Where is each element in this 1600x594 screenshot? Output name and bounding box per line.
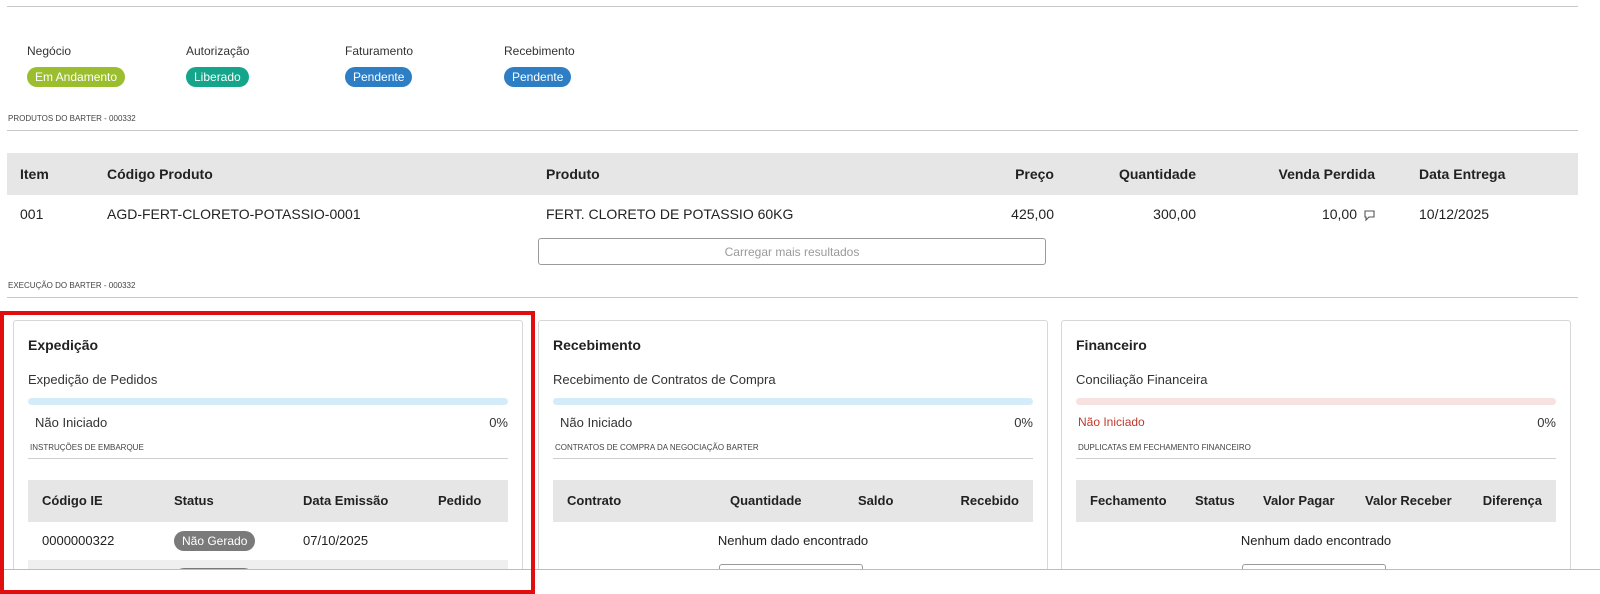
products-section-title: PRODUTOS DO BARTER - 000332 xyxy=(8,114,136,123)
card-section-title: CONTRATOS DE COMPRA DA NEGOCIAÇÃO BARTER xyxy=(555,443,759,452)
col-status[interactable]: Status xyxy=(1195,480,1235,522)
card-table-header: Fechamento Status Valor Pagar Valor Rece… xyxy=(1076,480,1556,522)
col-produto[interactable]: Produto xyxy=(546,153,600,195)
col-fechamento[interactable]: Fechamento xyxy=(1090,480,1167,522)
progress-status: Não Iniciado xyxy=(1078,415,1145,429)
col-recebido[interactable]: Recebido xyxy=(960,480,1019,522)
card-subtitle: Recebimento de Contratos de Compra xyxy=(553,372,776,387)
status-negocio: Negócio Em Andamento xyxy=(27,44,126,87)
col-quantidade[interactable]: Quantidade xyxy=(1119,153,1196,195)
progress-status: Não Iniciado xyxy=(560,415,633,430)
col-contrato[interactable]: Contrato xyxy=(567,480,621,522)
card-divider xyxy=(28,458,508,459)
status-autorizacao: Autorização Liberado xyxy=(186,44,249,87)
status-label: Faturamento xyxy=(345,44,414,58)
progress-status: Não Iniciado xyxy=(35,415,108,430)
cell-codigo-ie: 0000000322 xyxy=(42,533,115,548)
progress-percent: 0% xyxy=(1537,415,1556,430)
products-divider xyxy=(7,130,1578,131)
progress-percent: 0% xyxy=(489,415,508,430)
cell-venda-perdida: 10,00 xyxy=(1321,206,1357,222)
col-preco[interactable]: Preço xyxy=(1015,153,1054,195)
table-row[interactable]: 0000000322 Não Gerado 07/10/2025 xyxy=(28,522,508,560)
col-item[interactable]: Item xyxy=(20,153,49,195)
cell-preco: 425,00 xyxy=(1011,206,1054,222)
card-section-title: INSTRUÇÕES DE EMBARQUE xyxy=(30,443,144,452)
cell-produto: FERT. CLORETO DE POTASSIO 60KG xyxy=(546,206,794,222)
cell-quantidade: 300,00 xyxy=(1153,206,1196,222)
status-badge: Em Andamento xyxy=(27,67,126,87)
cell-item: 001 xyxy=(20,206,44,222)
products-table-header: Item Código Produto Produto Preço Quanti… xyxy=(7,153,1578,195)
col-venda-perdida[interactable]: Venda Perdida xyxy=(1279,153,1375,195)
status-recebimento: Recebimento Pendente xyxy=(504,44,575,87)
col-valor-receber[interactable]: Valor Receber xyxy=(1365,480,1452,522)
card-divider xyxy=(1076,458,1556,459)
bottom-bar xyxy=(0,569,1600,594)
col-data-entrega[interactable]: Data Entrega xyxy=(1419,153,1505,195)
empty-message: Nenhum dado encontrado xyxy=(1240,533,1392,548)
card-table-header: Código IE Status Data Emissão Pedido xyxy=(28,480,508,522)
col-data-emissao[interactable]: Data Emissão xyxy=(303,480,388,522)
status-label: Negócio xyxy=(27,44,72,58)
top-divider xyxy=(7,6,1578,7)
financeiro-card: Financeiro Conciliação Financeira Não In… xyxy=(1061,320,1571,594)
col-saldo[interactable]: Saldo xyxy=(858,480,893,522)
table-row[interactable]: 001 AGD-FERT-CLORETO-POTASSIO-0001 FERT.… xyxy=(7,195,1578,233)
status-badge: Não Gerado xyxy=(174,531,256,551)
status-label: Recebimento xyxy=(504,44,575,58)
card-divider xyxy=(553,458,1033,459)
load-more-button[interactable]: Carregar mais resultados xyxy=(538,238,1046,265)
cell-codigo-produto: AGD-FERT-CLORETO-POTASSIO-0001 xyxy=(107,206,361,222)
cell-data-emissao: 07/10/2025 xyxy=(303,533,369,548)
card-table-header: Contrato Quantidade Saldo Recebido xyxy=(553,480,1033,522)
status-cell: Não Gerado xyxy=(174,522,256,560)
card-title: Financeiro xyxy=(1076,337,1147,353)
card-title: Recebimento xyxy=(553,337,641,353)
comment-icon[interactable] xyxy=(1362,195,1375,233)
col-diferenca[interactable]: Diferença xyxy=(1483,480,1542,522)
expedicao-card: Expedição Expedição de Pedidos Não Inici… xyxy=(13,320,523,594)
col-pedido[interactable]: Pedido xyxy=(438,480,481,522)
progress-percent: 0% xyxy=(1014,415,1033,430)
status-label: Autorização xyxy=(186,44,250,58)
progress-bar xyxy=(1076,398,1556,405)
status-badge: Liberado xyxy=(186,67,249,87)
col-codigo-ie[interactable]: Código IE xyxy=(42,480,103,522)
status-faturamento: Faturamento Pendente xyxy=(345,44,413,87)
col-valor-pagar[interactable]: Valor Pagar xyxy=(1263,480,1335,522)
empty-message: Nenhum dado encontrado xyxy=(717,533,869,548)
col-quantidade[interactable]: Quantidade xyxy=(730,480,802,522)
card-title: Expedição xyxy=(28,337,99,353)
cell-data-entrega: 10/12/2025 xyxy=(1419,206,1490,222)
progress-bar xyxy=(28,398,508,405)
recebimento-card: Recebimento Recebimento de Contratos de … xyxy=(538,320,1048,594)
execution-divider xyxy=(7,297,1578,298)
card-subtitle: Expedição de Pedidos xyxy=(28,372,158,387)
status-badge: Pendente xyxy=(504,67,572,87)
card-subtitle: Conciliação Financeira xyxy=(1076,372,1208,387)
execution-section-title: EXECUÇÃO DO BARTER - 000332 xyxy=(8,281,136,290)
progress-bar xyxy=(553,398,1033,405)
card-section-title: DUPLICATAS EM FECHAMENTO FINANCEIRO xyxy=(1078,443,1251,452)
status-badge: Pendente xyxy=(345,67,413,87)
col-codigo-produto[interactable]: Código Produto xyxy=(107,153,213,195)
col-status[interactable]: Status xyxy=(174,480,214,522)
